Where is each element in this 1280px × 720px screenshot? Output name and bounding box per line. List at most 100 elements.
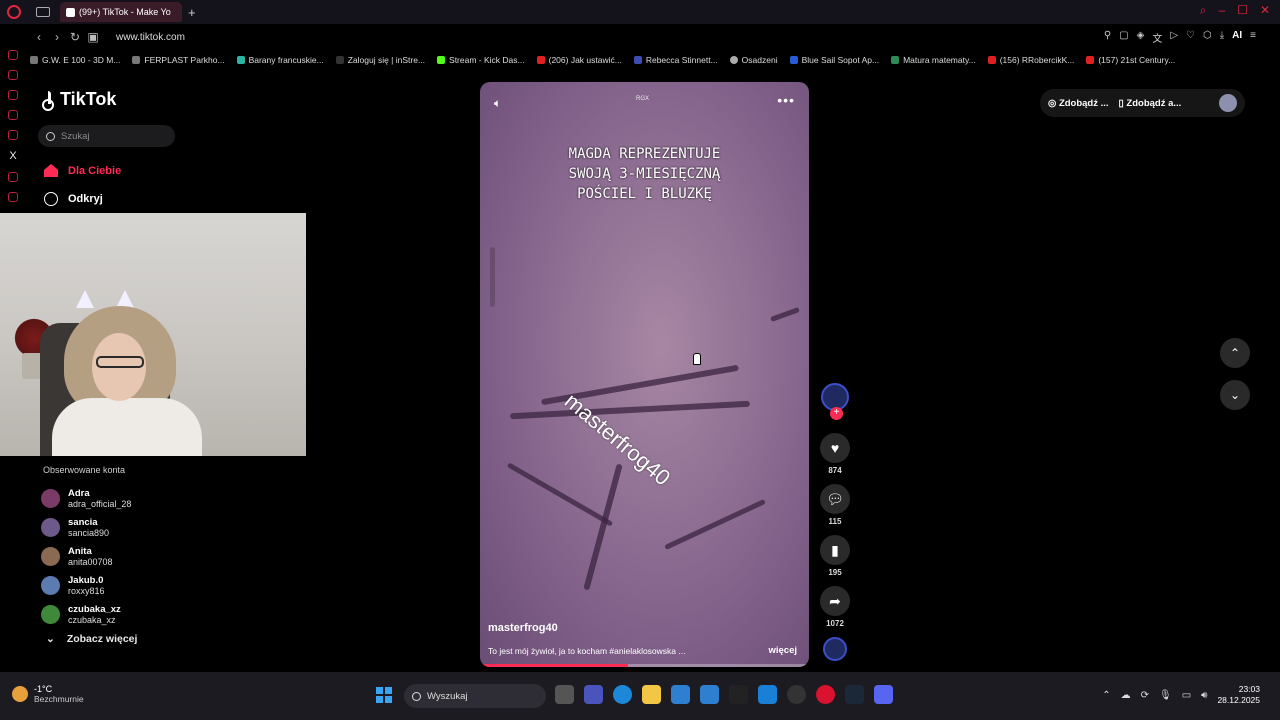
bookmark-item[interactable]: FERPLAST Parkho... bbox=[132, 52, 225, 68]
bookmark-item[interactable]: Osadzeni bbox=[729, 52, 778, 68]
minimize-button[interactable]: – bbox=[1218, 3, 1225, 18]
video-progress-bar[interactable] bbox=[480, 664, 809, 667]
steam-icon[interactable] bbox=[845, 685, 864, 704]
windows-start-icon[interactable] bbox=[376, 687, 392, 703]
store-icon[interactable] bbox=[671, 685, 690, 704]
nav-explore[interactable]: Odkryj bbox=[44, 192, 103, 206]
sidebar-app-icon[interactable] bbox=[8, 172, 18, 182]
sidebar-app-icon[interactable] bbox=[8, 192, 18, 202]
top-right-bar: ◎ Zdobądź ... ▯ Zdobądź a... bbox=[1040, 89, 1245, 117]
network-icon[interactable]: ▭ bbox=[1182, 690, 1191, 701]
video-description[interactable]: To jest mój żywioł, ja to kocham #aniela… bbox=[488, 646, 728, 656]
maximize-button[interactable]: ☐ bbox=[1237, 3, 1248, 18]
get-app-button[interactable]: ▯ Zdobądź a... bbox=[1119, 98, 1182, 109]
date: 28.12.2025 bbox=[1217, 695, 1260, 705]
following-handle: sancia890 bbox=[68, 527, 110, 538]
tray-app-icon[interactable]: ⟳ bbox=[1141, 690, 1149, 701]
profile-avatar[interactable] bbox=[1219, 94, 1237, 112]
teams-icon[interactable] bbox=[584, 685, 603, 704]
opera-taskbar-icon[interactable] bbox=[816, 685, 835, 704]
sidebar-app-icon[interactable] bbox=[8, 130, 18, 140]
next-video-button[interactable]: ⌄ bbox=[1220, 380, 1250, 410]
glasses bbox=[96, 356, 144, 368]
translate-icon[interactable]: 文 bbox=[1152, 30, 1162, 45]
volume-icon[interactable]: 🔊︎ bbox=[1201, 690, 1207, 701]
more-button[interactable]: więcej bbox=[768, 645, 797, 656]
snapshot-icon[interactable]: ▢ bbox=[1119, 30, 1128, 45]
bookmark-item[interactable]: G.W. E 100 - 3D M... bbox=[30, 52, 120, 68]
mail-icon[interactable] bbox=[700, 685, 719, 704]
capcut-icon[interactable] bbox=[729, 685, 748, 704]
nav-for-you[interactable]: Dla Ciebie bbox=[44, 164, 121, 177]
following-item[interactable]: czubaka_xz czubaka_xz bbox=[41, 600, 131, 629]
x-twitter-icon[interactable]: X bbox=[9, 150, 16, 162]
task-view-icon[interactable] bbox=[555, 685, 574, 704]
microphone-icon[interactable]: 🎙︎ bbox=[1159, 690, 1172, 701]
opera-logo-icon[interactable] bbox=[7, 5, 21, 19]
weather-widget[interactable]: -1°C Bezchmurnie bbox=[12, 684, 84, 704]
play-icon[interactable]: ▷ bbox=[1170, 30, 1178, 45]
bookmark-item[interactable]: (206) Jak ustawić... bbox=[536, 52, 622, 68]
following-item[interactable]: Adra adra_official_28 bbox=[41, 484, 131, 513]
video-player[interactable]: 🔈︎ RGX ••• MAGDA REPREZENTUJE SWOJĄ 3-MI… bbox=[480, 82, 809, 667]
get-coins-button[interactable]: ◎ Zdobądź ... bbox=[1048, 98, 1109, 109]
bookmark-icon[interactable]: ▮ bbox=[820, 535, 850, 565]
weather-description: Bezchmurnie bbox=[34, 694, 84, 704]
obs-icon[interactable] bbox=[787, 685, 806, 704]
following-handle: czubaka_xz bbox=[68, 614, 116, 625]
back-button[interactable]: ‹ bbox=[30, 30, 48, 44]
file-explorer-icon[interactable] bbox=[642, 685, 661, 704]
reload-button[interactable]: ↻ bbox=[66, 30, 84, 44]
sidebar-app-icon[interactable] bbox=[8, 90, 18, 100]
previous-video-button[interactable]: ⌃ bbox=[1220, 338, 1250, 368]
like-icon[interactable]: ♥ bbox=[820, 433, 850, 463]
more-options-icon[interactable]: ••• bbox=[777, 92, 795, 108]
menu-icon[interactable]: ≡ bbox=[1250, 30, 1256, 45]
bookmark-item[interactable]: (157) 21st Century... bbox=[1086, 52, 1175, 68]
pin-icon[interactable]: ⚲ bbox=[1104, 30, 1111, 45]
bookmark-item[interactable]: Matura matematy... bbox=[891, 52, 976, 68]
sidebar-app-icon[interactable] bbox=[8, 50, 18, 60]
forward-button[interactable]: › bbox=[48, 30, 66, 44]
bookmark-item[interactable]: Stream - Kick Das... bbox=[437, 52, 525, 68]
shield-icon[interactable]: ◈ bbox=[1137, 30, 1145, 45]
following-item[interactable]: sancia sancia890 bbox=[41, 513, 131, 542]
app-icon[interactable] bbox=[758, 685, 777, 704]
tray-app-icon[interactable]: ☁ bbox=[1121, 690, 1131, 701]
sound-disc-icon[interactable] bbox=[823, 637, 847, 661]
video-author[interactable]: masterfrog40 bbox=[488, 622, 558, 634]
following-item[interactable]: Jakub.0 roxxy816 bbox=[41, 571, 131, 600]
sidebar-app-icon[interactable] bbox=[8, 70, 18, 80]
url-field[interactable]: www.tiktok.com bbox=[116, 32, 185, 43]
browser-tab-tiktok[interactable]: (99+) TikTok - Make Yo bbox=[60, 2, 182, 22]
search-input[interactable]: Szukaj bbox=[38, 125, 175, 147]
comment-icon[interactable]: 💬︎ bbox=[820, 484, 850, 514]
bookmark-item[interactable]: Blue Sail Sopot Ap... bbox=[789, 52, 879, 68]
author-avatar[interactable]: + bbox=[821, 383, 849, 420]
tiktok-logo[interactable]: TikTok bbox=[42, 89, 116, 111]
ai-button[interactable]: AI bbox=[1232, 30, 1242, 45]
tray-overflow-icon[interactable]: ⌃ bbox=[1102, 690, 1110, 701]
see-more-button[interactable]: ⌄ Zobacz więcej bbox=[46, 633, 137, 645]
following-item[interactable]: Anita anita00708 bbox=[41, 542, 131, 571]
heart-icon[interactable]: ♡ bbox=[1186, 30, 1195, 45]
bookmark-item[interactable]: Rebecca Stinnett... bbox=[633, 52, 718, 68]
discord-icon[interactable] bbox=[874, 685, 893, 704]
sidebar-app-icon[interactable] bbox=[8, 110, 18, 120]
bookmark-item[interactable]: (156) RRobercikK... bbox=[987, 52, 1074, 68]
search-tabs-icon[interactable]: ⌕ bbox=[1200, 3, 1207, 18]
tab-overview-icon[interactable] bbox=[36, 7, 50, 17]
follow-plus-icon[interactable]: + bbox=[830, 407, 843, 420]
taskbar-search[interactable]: Wyszukaj bbox=[404, 684, 546, 708]
download-icon[interactable]: ⤓ bbox=[1220, 30, 1224, 45]
bookmark-item[interactable]: Zaloguj się | inStre... bbox=[335, 52, 425, 68]
close-window-button[interactable]: ✕ bbox=[1260, 3, 1270, 18]
share-icon[interactable]: ➦ bbox=[820, 586, 850, 616]
edge-icon[interactable] bbox=[613, 685, 632, 704]
bookmark-item[interactable]: Barany francuskie... bbox=[236, 52, 324, 68]
extensions-icon[interactable]: ⬡ bbox=[1203, 30, 1212, 45]
new-tab-button[interactable]: + bbox=[188, 5, 196, 20]
clock[interactable]: 23:03 28.12.2025 bbox=[1217, 684, 1260, 706]
volume-icon[interactable]: 🔈︎ bbox=[494, 96, 501, 111]
progress-fill bbox=[480, 664, 629, 667]
